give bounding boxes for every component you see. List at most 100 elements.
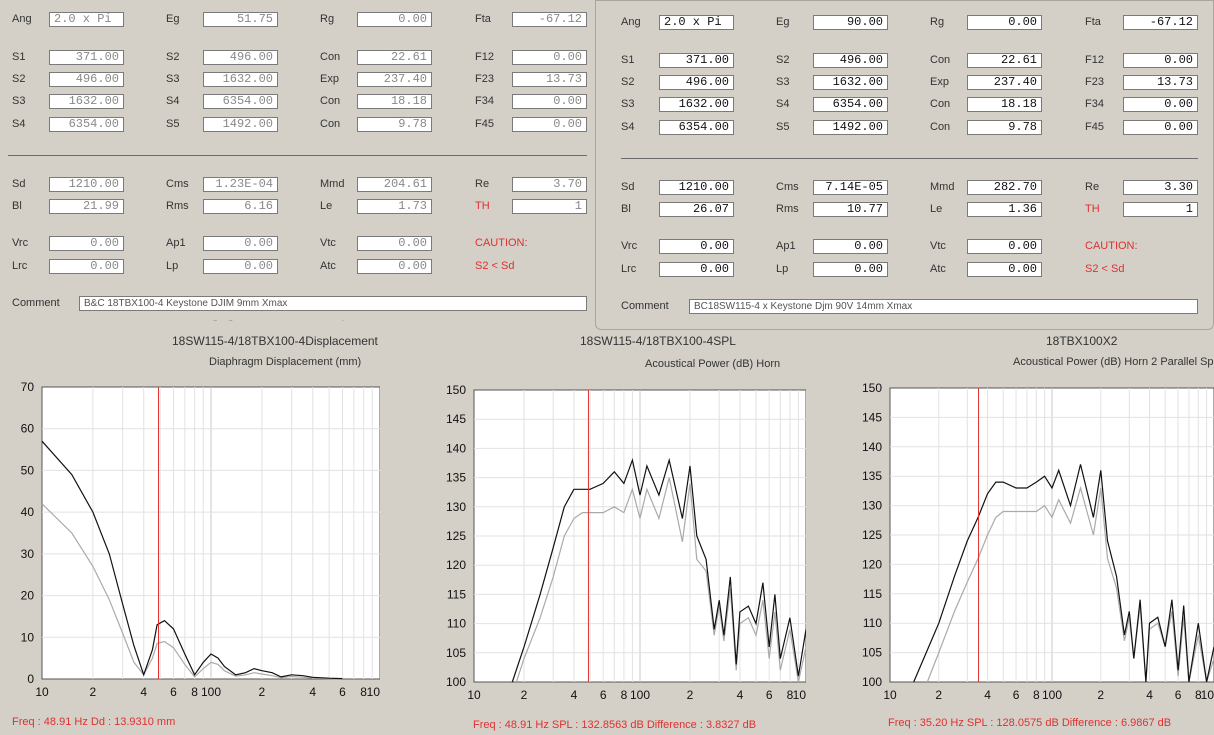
param-label: TH <box>1085 203 1100 215</box>
param-field[interactable]: 282.70 <box>967 180 1042 195</box>
param-field[interactable]: 1632.00 <box>659 97 734 112</box>
param-field[interactable]: 18.18 <box>967 97 1042 112</box>
param-label: Fta <box>1085 16 1101 28</box>
param-label: S2 <box>621 76 635 88</box>
param-label: S4 <box>12 118 26 130</box>
param-field[interactable]: 26.07 <box>659 202 734 217</box>
param-label: S3 <box>166 73 180 85</box>
param-field[interactable]: 1.36 <box>967 202 1042 217</box>
param-field[interactable]: 0.00 <box>203 236 278 251</box>
param-field[interactable]: 0.00 <box>967 262 1042 277</box>
param-field[interactable]: 204.61 <box>357 177 432 192</box>
param-field[interactable]: 0.00 <box>357 236 432 251</box>
y-tick-label: 60 <box>21 422 35 436</box>
param-field[interactable]: 21.99 <box>49 199 124 214</box>
param-field[interactable]: 0.00 <box>357 12 432 27</box>
parameter-panel-right: Ang 2.0 x Pi Eg 90.00 Rg 0.00 Fta -67.12 S1 371.0… <box>595 0 1214 330</box>
param-label: Lp <box>776 263 789 275</box>
param-field[interactable]: 3.70 <box>512 177 587 192</box>
param-field[interactable]: 0.00 <box>512 117 587 132</box>
param-field[interactable]: 0.00 <box>659 239 734 254</box>
x-tick-label: 6 <box>339 685 346 699</box>
comment-field[interactable]: BC18SW115-4 x Keystone Djm 90V 14mm Xmax <box>689 299 1198 314</box>
param-field[interactable]: 6354.00 <box>813 97 888 112</box>
param-field[interactable]: 1.23E-04 <box>203 177 278 192</box>
param-label: Bl <box>12 200 22 212</box>
y-tick-label: 135 <box>862 469 882 483</box>
param-field[interactable]: 1.73 <box>357 199 432 214</box>
param-field[interactable]: 1492.00 <box>813 120 888 135</box>
x-tick-label: 1000 <box>793 688 806 702</box>
param-field[interactable]: 7.14E-05 <box>813 180 888 195</box>
param-field[interactable]: -67.12 <box>1123 15 1198 30</box>
x-tick-label: 10 <box>883 688 897 702</box>
param-field[interactable]: 90.00 <box>813 15 888 30</box>
param-field[interactable]: 22.61 <box>967 53 1042 68</box>
param-field[interactable]: 371.00 <box>659 53 734 68</box>
param-field[interactable]: 0.00 <box>1123 53 1198 68</box>
param-label: F23 <box>1085 76 1104 88</box>
param-field[interactable]: 0.00 <box>49 236 124 251</box>
param-field[interactable]: 6354.00 <box>659 120 734 135</box>
cursor-readout: Freq : 35.20 Hz SPL : 128.0575 dB Differ… <box>888 717 1172 729</box>
displacement-chart[interactable]: 70605040302010010246810024681000 <box>0 328 380 735</box>
param-field[interactable]: 0.00 <box>1123 120 1198 135</box>
param-field[interactable]: 0.00 <box>967 15 1042 30</box>
param-field[interactable]: 1 <box>512 199 587 214</box>
x-tick-label: 4 <box>737 688 744 702</box>
param-field[interactable]: 0.00 <box>1123 97 1198 112</box>
param-label: Mmd <box>930 181 955 193</box>
param-field[interactable]: 3.30 <box>1123 180 1198 195</box>
x-tick-label: 2 <box>90 685 97 699</box>
param-label: Lrc <box>12 260 28 272</box>
param-field[interactable]: 0.00 <box>813 239 888 254</box>
param-field[interactable]: 0.00 <box>659 262 734 277</box>
param-field[interactable]: 0.00 <box>967 239 1042 254</box>
param-field[interactable]: 0.00 <box>203 259 278 274</box>
x-tick-label: 100 <box>1042 688 1062 702</box>
param-field[interactable]: 496.00 <box>659 75 734 90</box>
cursor-readout: Freq : 48.91 Hz SPL : 132.8563 dB Differ… <box>473 719 757 731</box>
param-field[interactable]: 0.00 <box>512 50 587 65</box>
param-field[interactable]: 9.78 <box>357 117 432 132</box>
param-field[interactable]: 6354.00 <box>49 117 124 132</box>
param-field[interactable]: 22.61 <box>357 50 432 65</box>
comment-field[interactable]: B&C 18TBX100-4 Keystone DJIM 9mm Xmax <box>79 296 587 311</box>
param-field[interactable]: 1210.00 <box>659 180 734 195</box>
param-field[interactable]: 0.00 <box>49 259 124 274</box>
param-label: S3 <box>776 76 790 88</box>
param-field[interactable]: 0.00 <box>512 94 587 109</box>
param-field[interactable]: 371.00 <box>49 50 124 65</box>
param-field[interactable]: 1210.00 <box>49 177 124 192</box>
param-field[interactable]: 237.40 <box>967 75 1042 90</box>
param-field[interactable]: 1 <box>1123 202 1198 217</box>
comment-label: Comment <box>12 297 60 309</box>
param-label: Lp <box>166 260 179 272</box>
param-field[interactable]: 2.0 x Pi <box>49 12 124 27</box>
param-field[interactable]: 13.73 <box>512 72 587 87</box>
param-field[interactable]: 237.40 <box>357 72 432 87</box>
param-field[interactable]: 0.00 <box>357 259 432 274</box>
param-field[interactable]: -67.12 <box>512 12 587 27</box>
x-tick-label: 2 <box>1097 688 1104 702</box>
param-field[interactable]: 2.0 x Pi <box>659 15 734 30</box>
param-field[interactable]: 51.75 <box>203 12 278 27</box>
param-field[interactable]: 6354.00 <box>203 94 278 109</box>
param-field[interactable]: 0.00 <box>813 262 888 277</box>
param-field[interactable]: 496.00 <box>813 53 888 68</box>
spl-chart[interactable]: 15014514013513012512011511010510010 2 4 6 8 1… <box>380 328 806 735</box>
param-field[interactable]: 18.18 <box>357 94 432 109</box>
param-field[interactable]: 496.00 <box>49 72 124 87</box>
spl-parallel-chart[interactable]: 15014514013513012512011511010510010 2 4 6 8 1… <box>806 328 1214 735</box>
param-field[interactable]: 10.77 <box>813 202 888 217</box>
x-tick-label: 2 <box>521 688 528 702</box>
param-field[interactable]: 9.78 <box>967 120 1042 135</box>
param-field[interactable]: 6.16 <box>203 199 278 214</box>
param-field[interactable]: 1492.00 <box>203 117 278 132</box>
param-field[interactable]: 1632.00 <box>49 94 124 109</box>
x-tick-label: 4 <box>984 688 991 702</box>
param-field[interactable]: 1632.00 <box>813 75 888 90</box>
param-field[interactable]: 496.00 <box>203 50 278 65</box>
param-field[interactable]: 1632.00 <box>203 72 278 87</box>
param-field[interactable]: 13.73 <box>1123 75 1198 90</box>
